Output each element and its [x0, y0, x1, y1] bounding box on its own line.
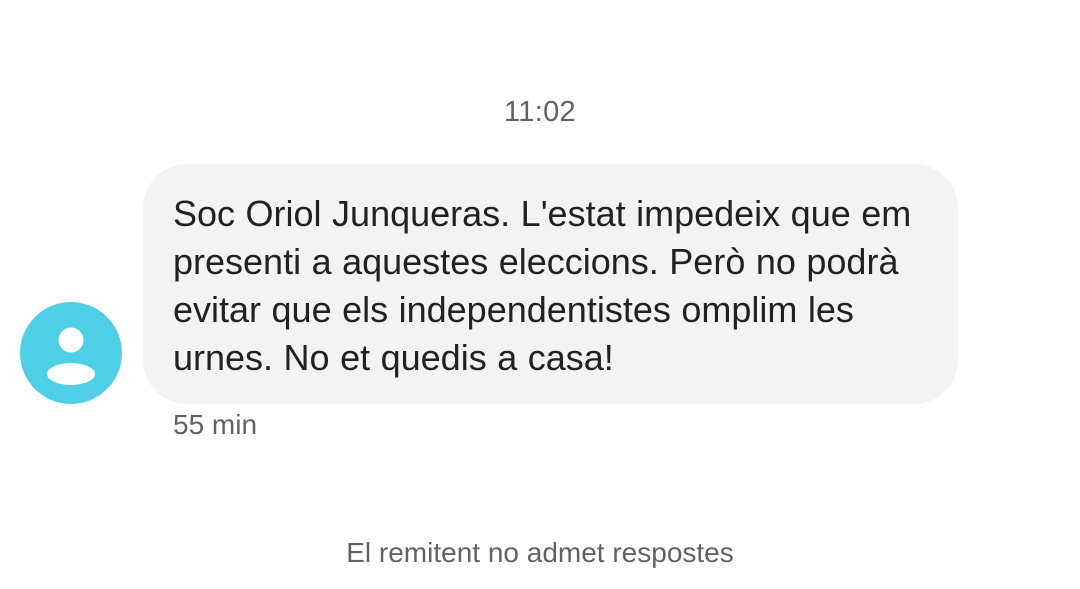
person-icon: [47, 327, 95, 385]
sender-avatar[interactable]: [20, 302, 122, 404]
conversation-timestamp: 11:02: [504, 96, 576, 128]
message-text: Soc Oriol Junqueras. L'estat impedeix qu…: [173, 193, 912, 378]
no-reply-notice: El remitent no admet respostes: [346, 537, 734, 568]
message-time: 55 min: [173, 409, 258, 440]
message-bubble[interactable]: Soc Oriol Junqueras. L'estat impedeix qu…: [143, 164, 958, 404]
